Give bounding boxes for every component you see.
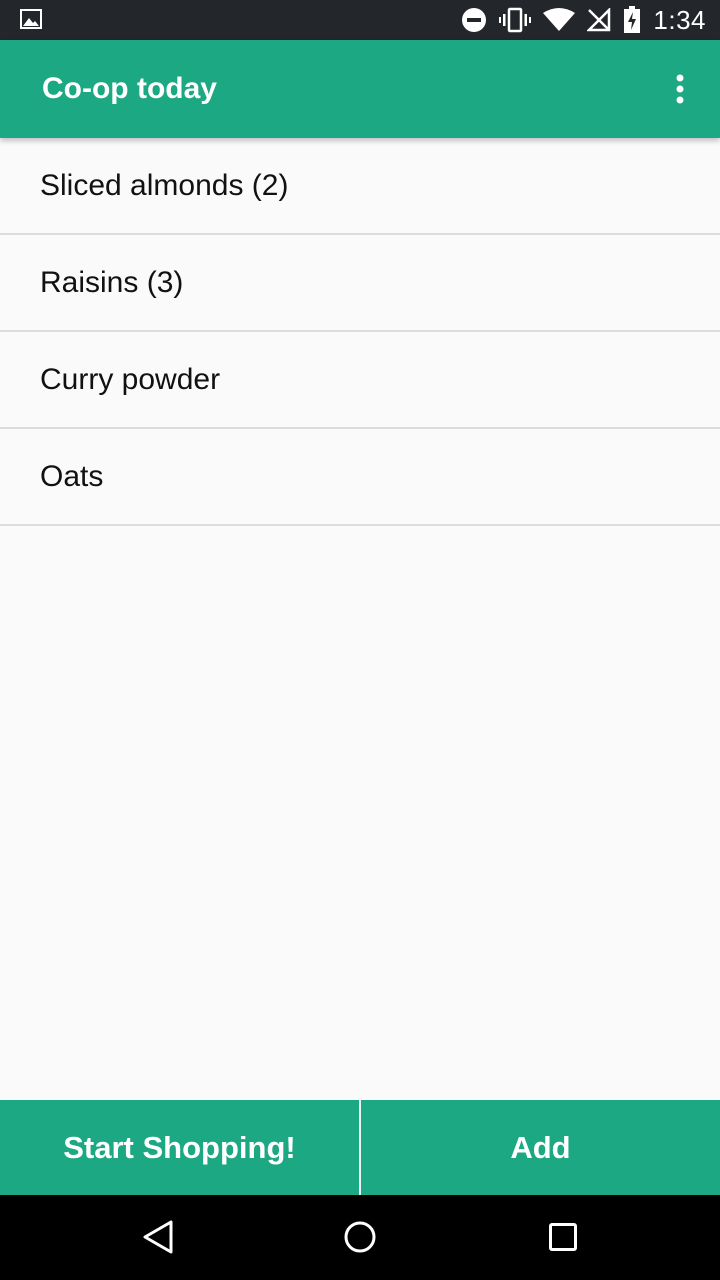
overflow-menu-button[interactable] bbox=[656, 65, 704, 113]
wifi-icon bbox=[543, 8, 576, 31]
back-icon bbox=[143, 1220, 173, 1254]
list-item[interactable]: Curry powder bbox=[0, 332, 720, 429]
back-button[interactable] bbox=[133, 1212, 183, 1262]
page-title: Co-op today bbox=[42, 72, 217, 105]
list-item-label: Sliced almonds (2) bbox=[40, 168, 289, 202]
bottom-action-bar: Start Shopping! Add bbox=[0, 1100, 720, 1195]
status-time: 1:34 bbox=[653, 4, 706, 35]
vibrate-icon bbox=[499, 7, 532, 33]
shopping-list: Sliced almonds (2) Raisins (3) Curry pow… bbox=[0, 138, 720, 526]
list-item[interactable]: Oats bbox=[0, 429, 720, 526]
overflow-menu-icon bbox=[676, 74, 684, 104]
list-item-label: Oats bbox=[40, 459, 104, 493]
recents-button[interactable] bbox=[538, 1212, 588, 1262]
start-shopping-button[interactable]: Start Shopping! bbox=[0, 1100, 359, 1195]
app-bar: Co-op today bbox=[0, 40, 720, 138]
home-icon bbox=[344, 1221, 376, 1253]
home-button[interactable] bbox=[335, 1212, 385, 1262]
list-item-label: Raisins (3) bbox=[40, 265, 184, 299]
add-button[interactable]: Add bbox=[361, 1100, 720, 1195]
list-item[interactable]: Sliced almonds (2) bbox=[0, 138, 720, 235]
screen: 1:34 Co-op today Sliced almonds (2) Rais… bbox=[0, 0, 720, 1280]
status-icons: 1:34 bbox=[461, 0, 706, 40]
image-notification-icon bbox=[20, 9, 42, 29]
recents-icon bbox=[549, 1223, 577, 1251]
status-bar: 1:34 bbox=[0, 0, 720, 40]
list-item-label: Curry powder bbox=[40, 362, 221, 396]
navigation-bar bbox=[0, 1195, 720, 1280]
no-signal-icon bbox=[587, 8, 611, 32]
list-item[interactable]: Raisins (3) bbox=[0, 235, 720, 332]
do-not-disturb-icon bbox=[462, 8, 487, 32]
battery-charging-icon bbox=[624, 6, 641, 33]
